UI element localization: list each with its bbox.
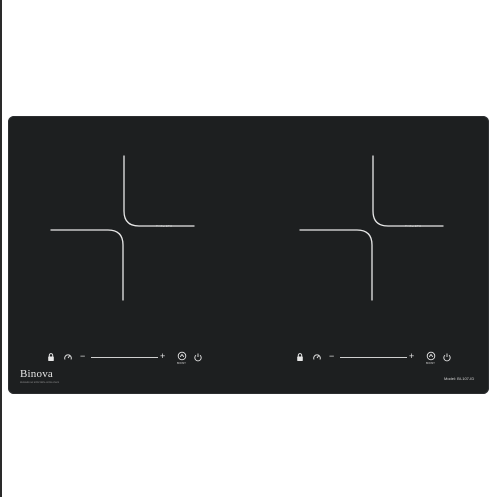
brand-logo: Binova EUROPEAN KITCHEN APPLIANCE xyxy=(20,368,60,385)
boost-label-right: BOOST xyxy=(426,362,435,365)
model-label: Model: BI-107-ID xyxy=(444,376,475,381)
boost-label-left: BOOST xyxy=(177,362,186,365)
lock-icon[interactable] xyxy=(295,352,305,362)
plus-button[interactable]: + xyxy=(409,352,414,361)
minus-button[interactable]: − xyxy=(329,352,334,361)
boost-icon[interactable] xyxy=(177,351,187,361)
minus-button[interactable]: − xyxy=(80,352,85,361)
power-icon[interactable] xyxy=(193,352,203,362)
power-slider[interactable] xyxy=(91,357,158,358)
zone-right-label: THELICTO xyxy=(405,224,422,228)
zone-right-mark-bottom-left xyxy=(299,229,373,301)
zone-right-mark-top-right xyxy=(372,155,444,227)
power-slider[interactable] xyxy=(340,357,407,358)
brand-name: Binova xyxy=(20,368,53,380)
timer-icon[interactable] xyxy=(63,352,73,362)
zone-left-mark-top-right xyxy=(123,155,195,227)
plus-button[interactable]: + xyxy=(160,352,165,361)
cooking-zone-right xyxy=(299,155,444,301)
timer-icon[interactable] xyxy=(312,352,322,362)
brand-tagline: EUROPEAN KITCHEN APPLIANCE xyxy=(20,381,60,384)
zone-left-label: THELICTO xyxy=(156,224,173,228)
cooking-zone-left xyxy=(50,155,195,301)
boost-icon[interactable] xyxy=(426,351,436,361)
power-icon[interactable] xyxy=(442,352,452,362)
induction-cooktop: THELICTO THELICTO − + BOOST − + BOOST xyxy=(8,116,489,394)
zone-left-mark-bottom-left xyxy=(50,229,124,301)
left-edge-line xyxy=(0,0,2,497)
lock-icon[interactable] xyxy=(46,352,56,362)
